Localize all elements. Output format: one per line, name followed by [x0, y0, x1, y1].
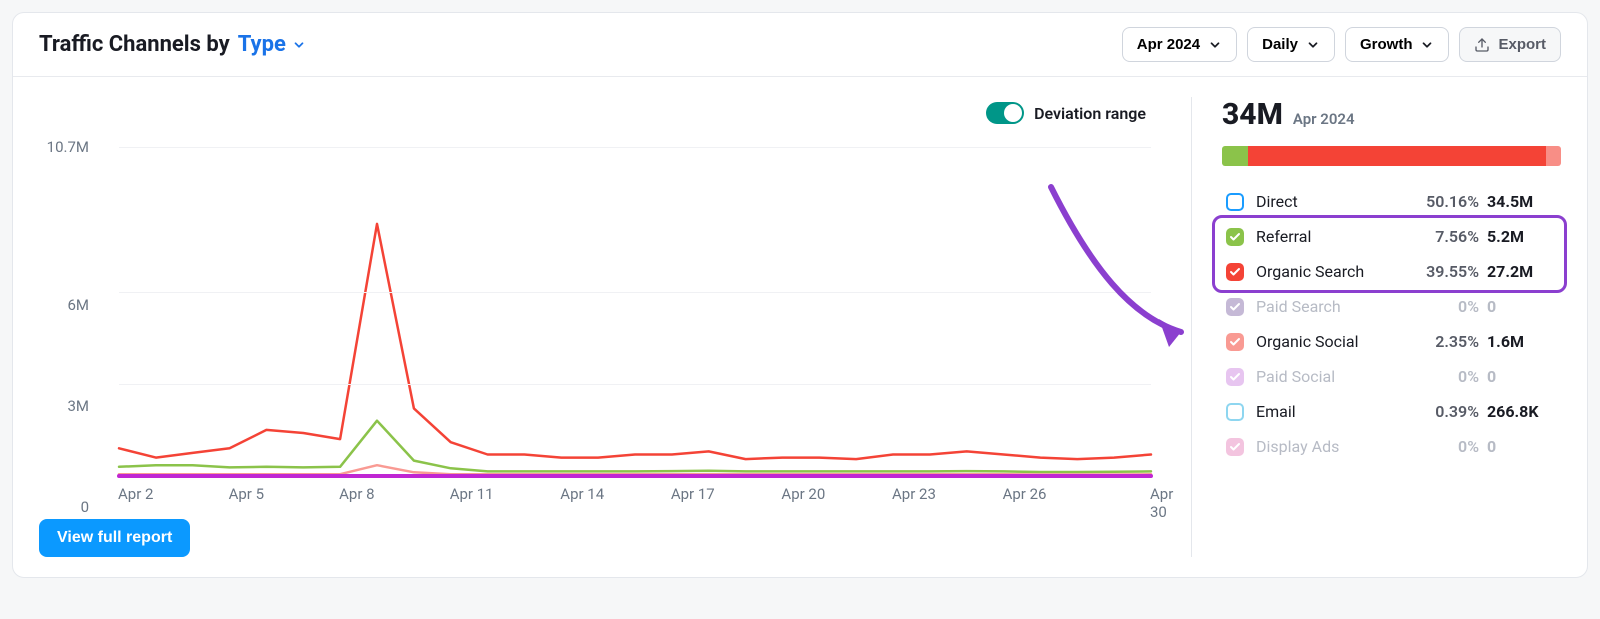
- legend-checkbox[interactable]: [1226, 333, 1244, 351]
- legend-percent: 0.39%: [1409, 402, 1479, 421]
- plot-area: 03M6M10.7M Apr 2Apr 5Apr 8Apr 11Apr 14Ap…: [39, 147, 1161, 507]
- chevron-down-icon: [1420, 38, 1434, 52]
- x-tick-label: Apr 17: [671, 485, 715, 503]
- legend-row-direct[interactable]: Direct 50.16% 34.5M: [1222, 184, 1561, 219]
- grid-line: [119, 147, 1151, 148]
- legend-label: Direct: [1256, 192, 1401, 211]
- legend-label: Organic Social: [1256, 332, 1401, 351]
- card-body: Deviation range 03M6M10.7M Apr 2Apr 5Apr…: [13, 77, 1587, 577]
- legend-list: Direct 50.16% 34.5M Referral 7.56% 5.2M Organi…: [1222, 184, 1561, 464]
- page-title: Traffic Channels by Type: [39, 32, 306, 57]
- header-actions: Apr 2024 Daily Growth Export: [1122, 27, 1561, 62]
- traffic-channels-card: Traffic Channels by Type Apr 2024 Daily …: [12, 12, 1588, 578]
- legend-percent: 39.55%: [1409, 262, 1479, 281]
- legend-percent: 0%: [1409, 367, 1479, 386]
- date-range-label: Apr 2024: [1137, 36, 1200, 53]
- legend-row-paid-social[interactable]: Paid Social 0% 0: [1222, 359, 1561, 394]
- line-chart[interactable]: [119, 147, 1151, 477]
- x-tick-label: Apr 30: [1150, 485, 1173, 521]
- legend-checkbox[interactable]: [1226, 193, 1244, 211]
- y-tick-label: 6M: [67, 296, 89, 314]
- toggle-switch[interactable]: [986, 102, 1024, 124]
- legend-value: 266.8K: [1487, 402, 1557, 421]
- legend-checkbox[interactable]: [1226, 263, 1244, 281]
- chevron-down-icon: [1306, 38, 1320, 52]
- legend-checkbox[interactable]: [1226, 438, 1244, 456]
- legend-label: Email: [1256, 402, 1401, 421]
- granularity-label: Daily: [1262, 36, 1298, 53]
- legend-row-email[interactable]: Email 0.39% 266.8K: [1222, 394, 1561, 429]
- legend-row-display-ads[interactable]: Display Ads 0% 0: [1222, 429, 1561, 464]
- legend-value: 1.6M: [1487, 332, 1557, 351]
- grid-line: [119, 384, 1151, 385]
- export-button[interactable]: Export: [1459, 27, 1561, 62]
- title-prefix: Traffic Channels by: [39, 32, 230, 57]
- deviation-range-toggle[interactable]: Deviation range: [986, 102, 1146, 124]
- legend-value: 0: [1487, 367, 1557, 386]
- deviation-range-label: Deviation range: [1034, 104, 1146, 123]
- stacked-bar: [1222, 146, 1561, 166]
- chevron-down-icon: [1208, 38, 1222, 52]
- y-axis: 03M6M10.7M: [39, 147, 99, 507]
- legend-value: 27.2M: [1487, 262, 1557, 281]
- stacked-segment: [1546, 146, 1561, 166]
- series-referral: [119, 421, 1151, 472]
- x-tick-label: Apr 2: [118, 485, 153, 503]
- y-tick-label: 3M: [67, 397, 89, 415]
- legend-value: 5.2M: [1487, 227, 1557, 246]
- legend-percent: 2.35%: [1409, 332, 1479, 351]
- y-tick-label: 0: [81, 498, 89, 516]
- stacked-segment: [1222, 146, 1248, 166]
- chevron-down-icon: [292, 38, 306, 52]
- legend-row-organic-social[interactable]: Organic Social 2.35% 1.6M: [1222, 324, 1561, 359]
- legend-checkbox[interactable]: [1226, 298, 1244, 316]
- legend-row-referral[interactable]: Referral 7.56% 5.2M: [1222, 219, 1561, 254]
- legend-label: Paid Search: [1256, 297, 1401, 316]
- legend-percent: 50.16%: [1409, 192, 1479, 211]
- legend-checkbox[interactable]: [1226, 228, 1244, 246]
- legend-row-organic-search[interactable]: Organic Search 39.55% 27.2M: [1222, 254, 1561, 289]
- legend-panel: 34M Apr 2024 Direct 50.16% 34.5M Referral 7.…: [1191, 97, 1561, 557]
- series-organic-search: [119, 224, 1151, 459]
- total-summary: 34M Apr 2024: [1222, 97, 1561, 132]
- stacked-segment: [1248, 146, 1546, 166]
- date-range-dropdown[interactable]: Apr 2024: [1122, 27, 1237, 62]
- legend-value: 34.5M: [1487, 192, 1557, 211]
- x-tick-label: Apr 26: [1003, 485, 1047, 503]
- legend-checkbox[interactable]: [1226, 368, 1244, 386]
- legend-percent: 0%: [1409, 437, 1479, 456]
- view-full-report-button[interactable]: View full report: [39, 519, 190, 557]
- legend-label: Referral: [1256, 227, 1401, 246]
- legend-value: 0: [1487, 297, 1557, 316]
- legend-checkbox[interactable]: [1226, 403, 1244, 421]
- legend-label: Paid Social: [1256, 367, 1401, 386]
- card-header: Traffic Channels by Type Apr 2024 Daily …: [13, 13, 1587, 77]
- granularity-dropdown[interactable]: Daily: [1247, 27, 1335, 62]
- legend-percent: 7.56%: [1409, 227, 1479, 246]
- upload-icon: [1474, 37, 1490, 53]
- y-tick-label: 10.7M: [47, 138, 89, 156]
- total-period: Apr 2024: [1293, 110, 1355, 128]
- total-value: 34M: [1222, 97, 1283, 132]
- legend-label: Organic Search: [1256, 262, 1401, 281]
- export-label: Export: [1498, 36, 1546, 53]
- metric-dropdown[interactable]: Growth: [1345, 27, 1450, 62]
- title-type-label: Type: [238, 32, 286, 57]
- x-tick-label: Apr 8: [339, 485, 374, 503]
- x-tick-label: Apr 14: [560, 485, 604, 503]
- chart-panel: Deviation range 03M6M10.7M Apr 2Apr 5Apr…: [39, 97, 1191, 557]
- x-tick-label: Apr 5: [229, 485, 264, 503]
- metric-label: Growth: [1360, 36, 1413, 53]
- legend-label: Display Ads: [1256, 437, 1401, 456]
- chart-svg: [119, 147, 1151, 476]
- type-dropdown[interactable]: Type: [238, 32, 306, 57]
- x-tick-label: Apr 11: [450, 485, 494, 503]
- legend-row-paid-search[interactable]: Paid Search 0% 0: [1222, 289, 1561, 324]
- x-axis: Apr 2 Apr 5 Apr 8 Apr 11 Apr 14 Apr 17 Apr 20 A…: [119, 485, 1151, 507]
- x-tick-label: Apr 20: [781, 485, 825, 503]
- grid-line: [119, 292, 1151, 293]
- x-tick-label: Apr 23: [892, 485, 936, 503]
- legend-percent: 0%: [1409, 297, 1479, 316]
- legend-value: 0: [1487, 437, 1557, 456]
